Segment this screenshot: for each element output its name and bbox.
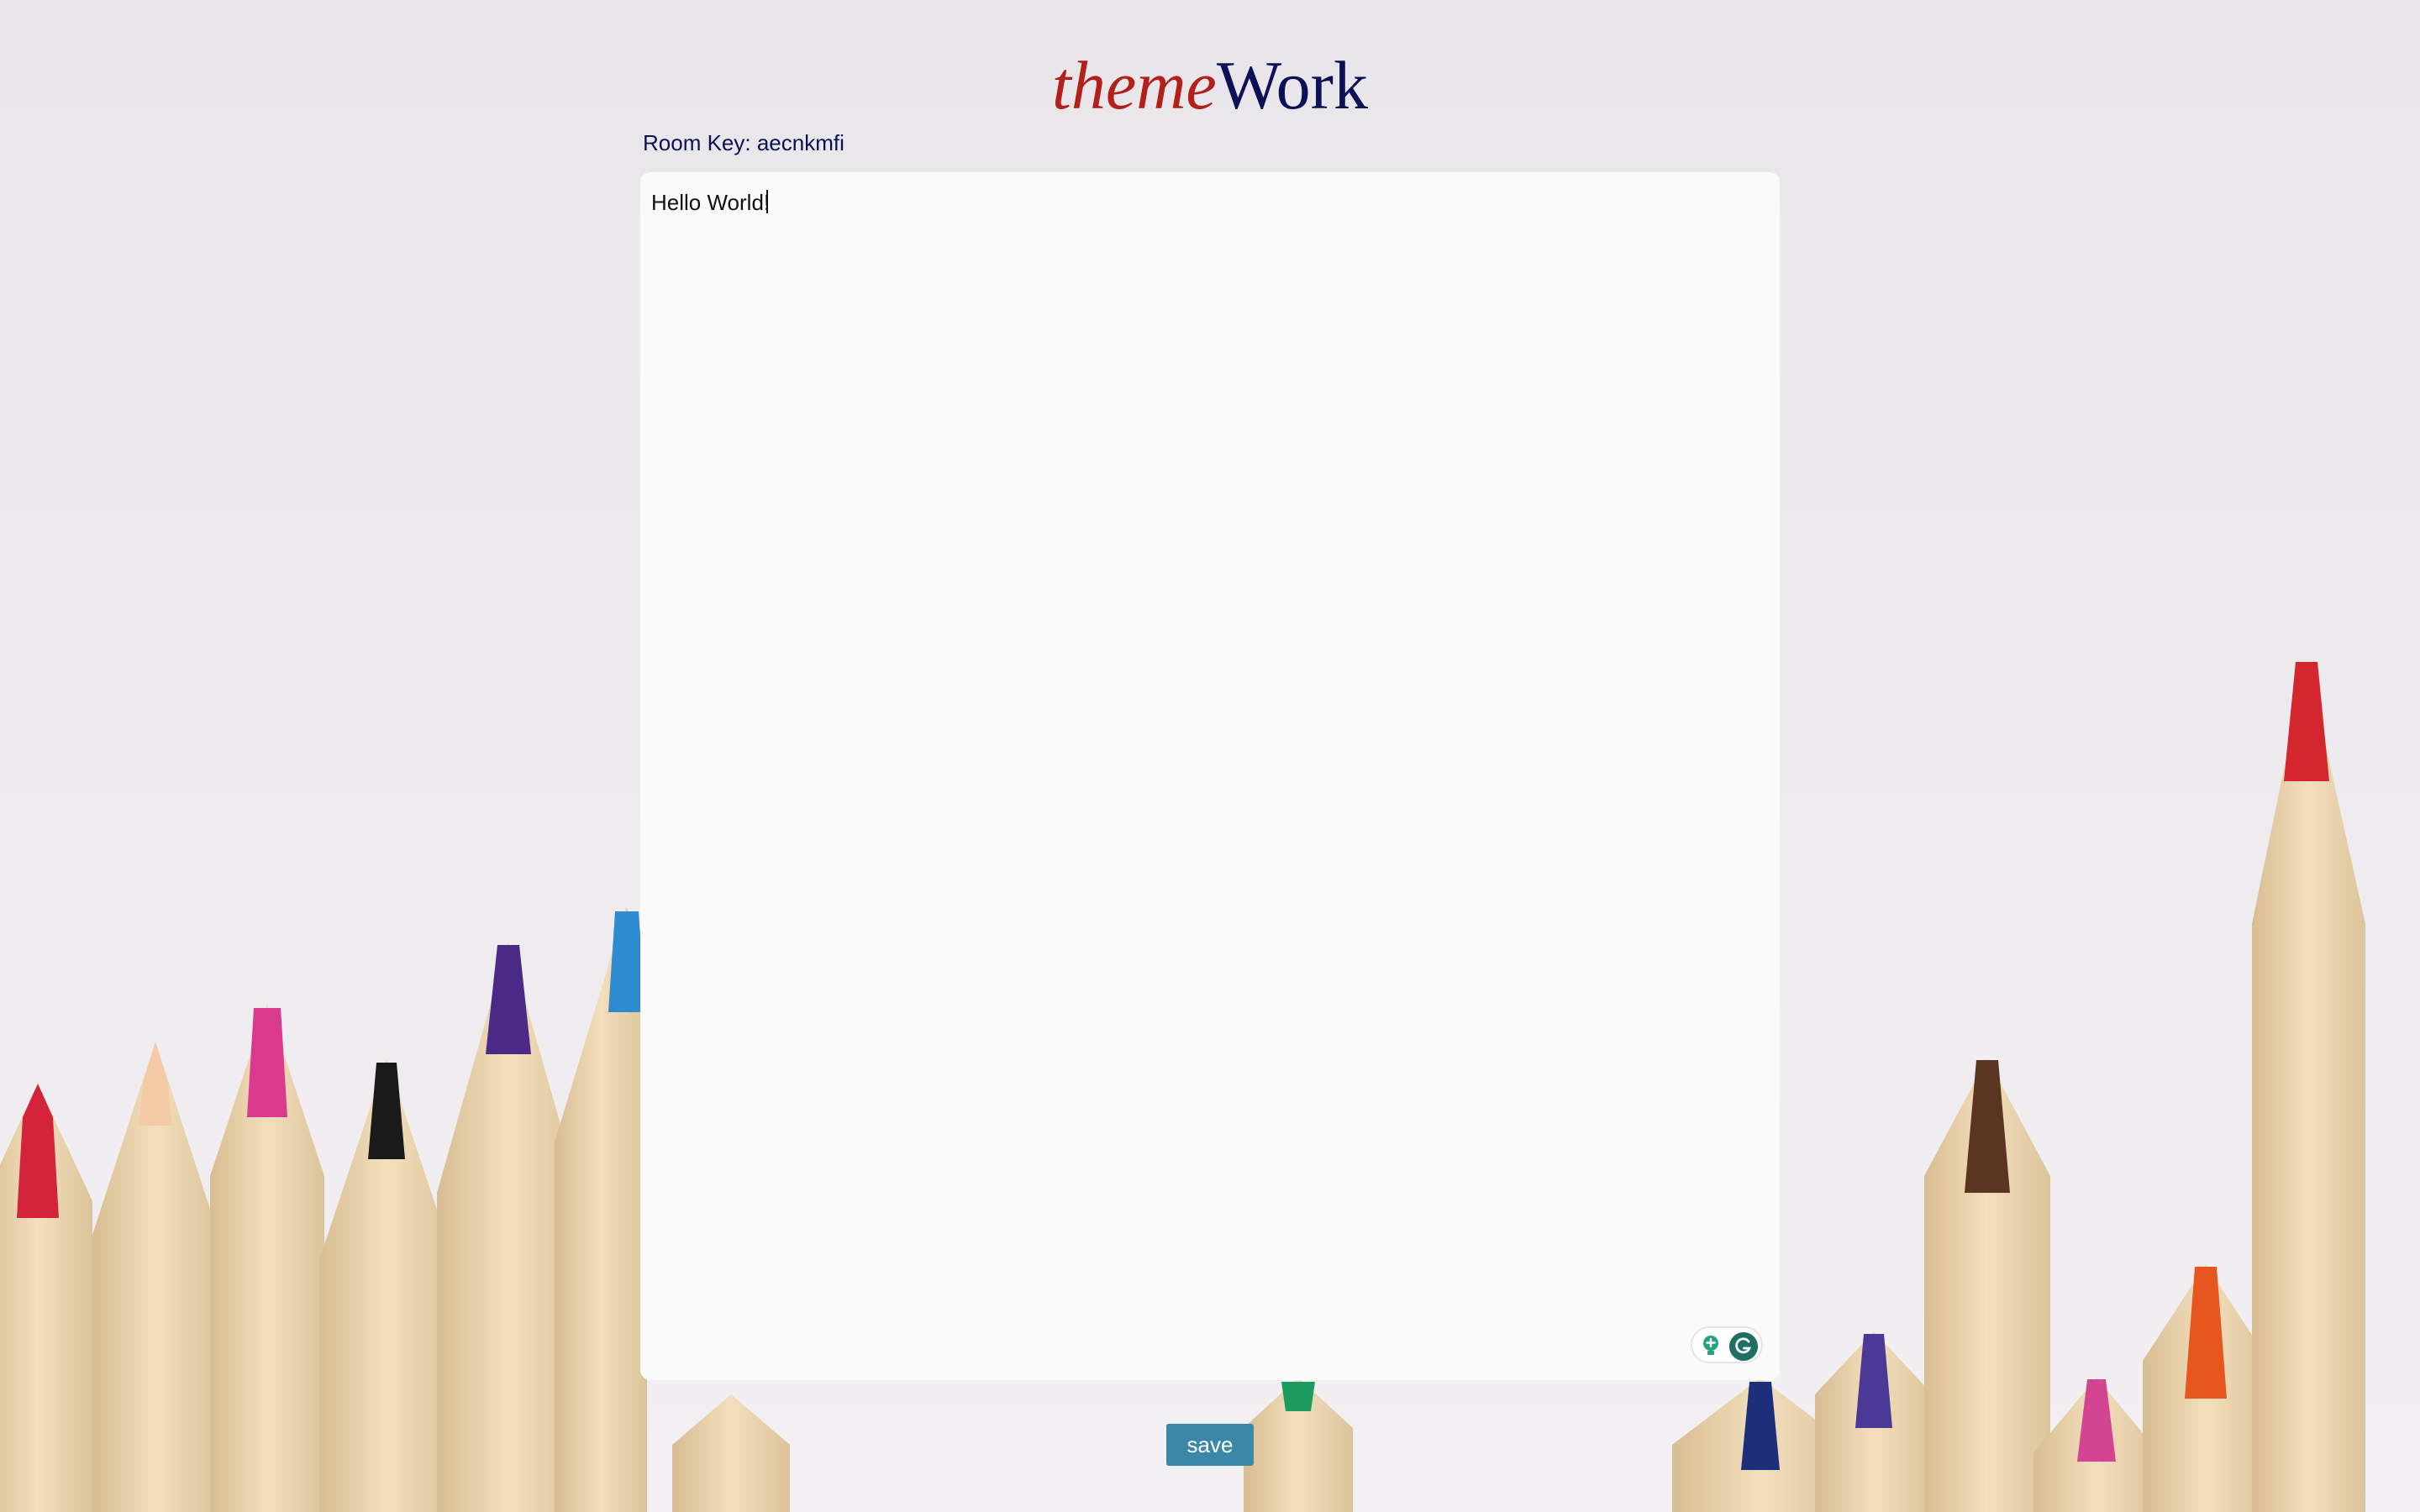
editor-content[interactable]: Hello World! (651, 190, 770, 215)
save-button[interactable]: save (1166, 1424, 1254, 1466)
text-editor[interactable]: Hello World! (640, 172, 1780, 1380)
writing-assistant-widget[interactable] (1691, 1326, 1763, 1363)
grammarly-g-icon[interactable] (1729, 1332, 1758, 1361)
text-caret (766, 190, 769, 213)
lightbulb-icon[interactable] (1699, 1334, 1723, 1357)
app-logo: themeWork (0, 44, 2420, 128)
room-key-label: Room Key: aecnkmfi (643, 130, 844, 155)
logo-theme-text: theme (1052, 47, 1217, 123)
logo-work-text: Work (1216, 47, 1368, 123)
